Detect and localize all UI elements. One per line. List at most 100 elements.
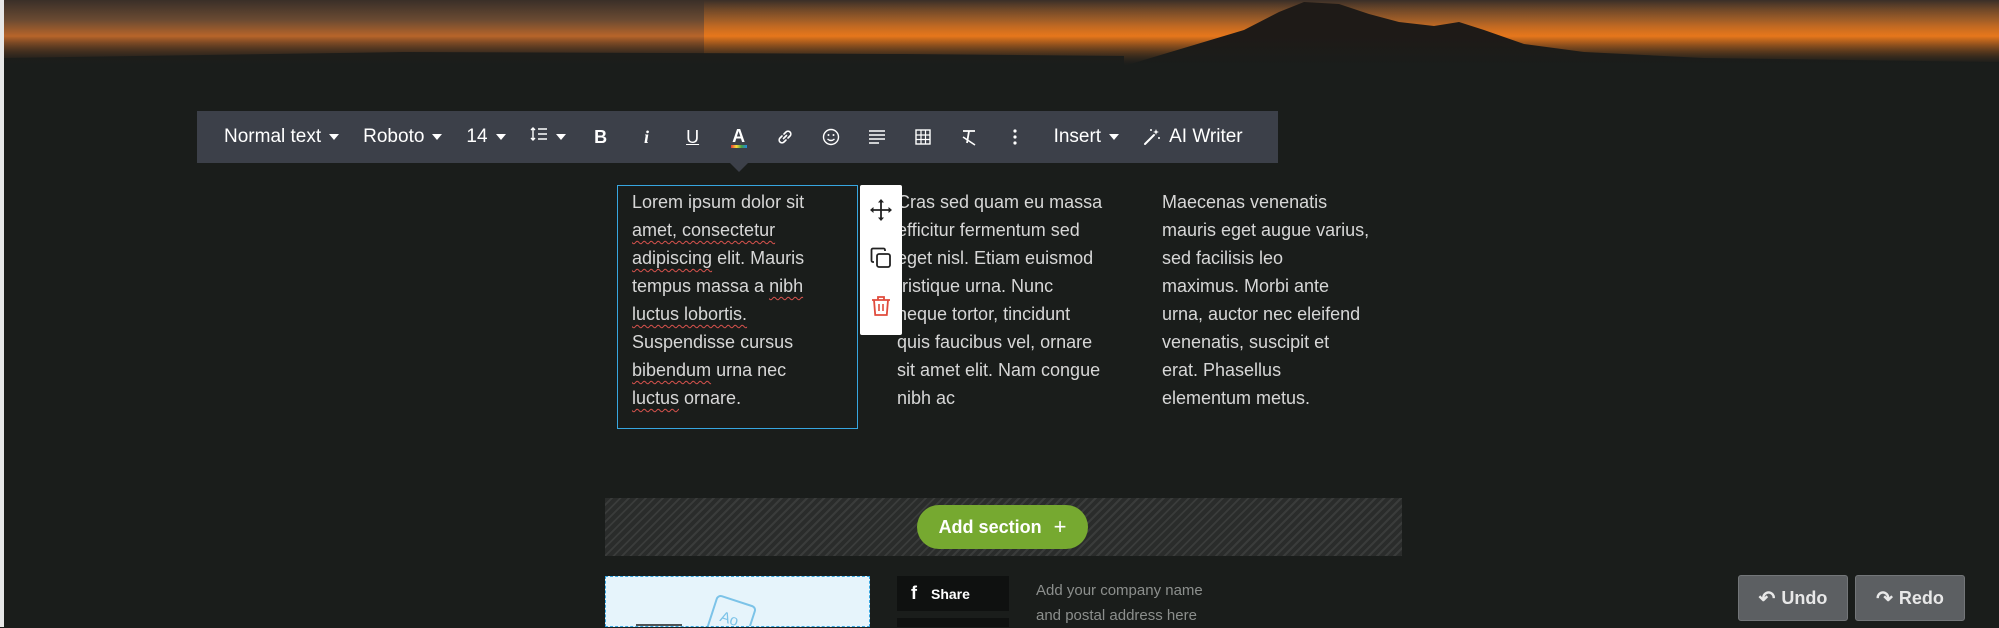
text-segment: elit. Mauris: [712, 248, 805, 268]
bold-icon: B: [594, 126, 608, 147]
italic-icon: i: [644, 126, 650, 147]
misspelled-word: luctus lobortis.: [632, 304, 748, 324]
svg-text:Ao: Ao: [718, 608, 741, 627]
text-segment: nibh ac: [897, 388, 956, 408]
more-options-button[interactable]: [992, 111, 1038, 163]
text-segment: urna nec: [711, 360, 787, 380]
misspelled-word: amet, consectetur: [632, 220, 776, 240]
undo-label: Undo: [1781, 587, 1828, 608]
align-button[interactable]: [854, 111, 900, 163]
text-segment: sit amet elit. Nam congue: [897, 360, 1101, 380]
company-line-1: Add your company name: [1036, 582, 1203, 599]
emoji-button[interactable]: [808, 111, 854, 163]
undo-button[interactable]: ↶ Undo: [1738, 575, 1848, 621]
font-size-dropdown[interactable]: 14: [454, 111, 517, 163]
text-segment: Suspendisse cursus: [632, 332, 794, 352]
add-section-label: Add section: [938, 516, 1042, 537]
misspelled-word: adipiscing: [632, 248, 713, 268]
chevron-down-icon: [432, 134, 443, 140]
ai-writer-label: AI Writer: [1169, 126, 1243, 147]
text-style-label: Normal text: [224, 126, 322, 147]
text-segment: tempus massa a: [632, 276, 770, 296]
redo-button[interactable]: ↷ Redo: [1855, 575, 1965, 621]
text-column-2[interactable]: Cras sed quam eu massa efficitur fermentu…: [897, 188, 1117, 412]
text-segment: neque tortor, tincidunt: [897, 304, 1071, 324]
second-share-button[interactable]: [897, 618, 1009, 627]
text-format-toolbar: Normal text Roboto 14 B i U A Insert AI …: [197, 111, 1278, 163]
misspelled-word: nibh: [769, 276, 804, 296]
move-icon[interactable]: [869, 198, 893, 222]
text-segment: eget nisl. Etiam euismod: [897, 248, 1094, 268]
text-line: sit amet elit. Nam congue: [897, 356, 1117, 384]
text-color-icon: A: [732, 125, 746, 146]
text-line: tempus massa a nibh: [632, 272, 852, 300]
text-segment: Cras sed quam eu massa: [897, 192, 1103, 212]
text-line: elementum metus.: [1162, 384, 1382, 412]
text-segment: Maecenas venenatis: [1162, 192, 1328, 212]
duplicate-icon[interactable]: [869, 246, 893, 270]
bold-button[interactable]: B: [578, 111, 624, 163]
italic-button[interactable]: i: [624, 111, 670, 163]
text-segment: urna, auctor nec eleifend: [1162, 304, 1361, 324]
text-line: Suspendisse cursus: [632, 328, 852, 356]
text-line: nibh ac: [897, 384, 1117, 412]
text-style-dropdown[interactable]: Normal text: [212, 111, 351, 163]
align-icon: [868, 129, 886, 145]
undo-icon: ↶: [1758, 587, 1776, 610]
text-line: bibendum urna nec: [632, 356, 852, 384]
underline-icon: U: [686, 126, 700, 147]
text-line: eget nisl. Etiam euismod: [897, 244, 1117, 272]
facebook-share-button[interactable]: f Share: [897, 576, 1009, 611]
font-label: Roboto: [363, 126, 425, 147]
text-segment: quis faucibus vel, ornare: [897, 332, 1093, 352]
underline-button[interactable]: U: [670, 111, 716, 163]
text-segment: elementum metus.: [1162, 388, 1311, 408]
trash-icon[interactable]: [869, 294, 893, 318]
font-dropdown[interactable]: Roboto: [351, 111, 454, 163]
misspelled-word: luctus: [632, 388, 680, 408]
text-segment: ornare.: [679, 388, 742, 408]
redo-icon: ↷: [1876, 587, 1893, 610]
text-line: sed facilisis leo: [1162, 244, 1382, 272]
chevron-down-icon: [555, 134, 566, 140]
company-address-placeholder[interactable]: Add your company name and postal address…: [1036, 578, 1236, 628]
text-line: erat. Phasellus: [1162, 356, 1382, 384]
text-line: amet, consectetur: [632, 216, 852, 244]
clear-format-button[interactable]: [946, 111, 992, 163]
font-size-label: 14: [466, 126, 488, 147]
text-column-1[interactable]: Lorem ipsum dolor sit amet, consectetur ad…: [632, 188, 852, 412]
block-action-toolbar: [860, 185, 902, 335]
text-line: urna, auctor nec eleifend: [1162, 300, 1382, 328]
page-edge: [0, 0, 4, 627]
link-icon: [776, 128, 794, 146]
text-line: maximus. Morbi ante: [1162, 272, 1382, 300]
text-line: neque tortor, tincidunt: [897, 300, 1117, 328]
text-segment: venenatis, suscipit et: [1162, 332, 1330, 352]
chevron-down-icon: [1109, 134, 1120, 140]
add-section-button[interactable]: Add section +: [917, 505, 1088, 549]
link-button[interactable]: [762, 111, 808, 163]
insert-dropdown[interactable]: Insert: [1042, 111, 1132, 163]
share-label: Share: [931, 585, 970, 602]
line-height-dropdown[interactable]: [518, 111, 578, 163]
toolbar-pointer: [730, 163, 748, 172]
ai-writer-button[interactable]: AI Writer: [1131, 111, 1255, 163]
more-icon: [1012, 128, 1018, 146]
text-color-button[interactable]: A: [716, 111, 762, 163]
text-segment: tristique urna. Nunc: [897, 276, 1054, 296]
logo-image-placeholder[interactable]: Ao: [605, 576, 870, 627]
text-segment: efficitur fermentum sed: [897, 220, 1080, 240]
table-button[interactable]: [900, 111, 946, 163]
color-bar: [730, 144, 747, 148]
text-line: luctus ornare.: [632, 384, 852, 412]
text-column-3[interactable]: Maecenas venenatis mauris eget augue vari…: [1162, 188, 1382, 412]
magic-wand-icon: [1143, 128, 1161, 146]
chevron-down-icon: [495, 134, 506, 140]
misspelled-word: bibendum: [632, 360, 712, 380]
text-line: luctus lobortis.: [632, 300, 852, 328]
text-line: quis faucibus vel, ornare: [897, 328, 1117, 356]
text-line: efficitur fermentum sed: [897, 216, 1117, 244]
text-line: mauris eget augue varius,: [1162, 216, 1382, 244]
text-segment: mauris eget augue varius,: [1162, 220, 1370, 240]
text-line: Lorem ipsum dolor sit: [632, 188, 852, 216]
